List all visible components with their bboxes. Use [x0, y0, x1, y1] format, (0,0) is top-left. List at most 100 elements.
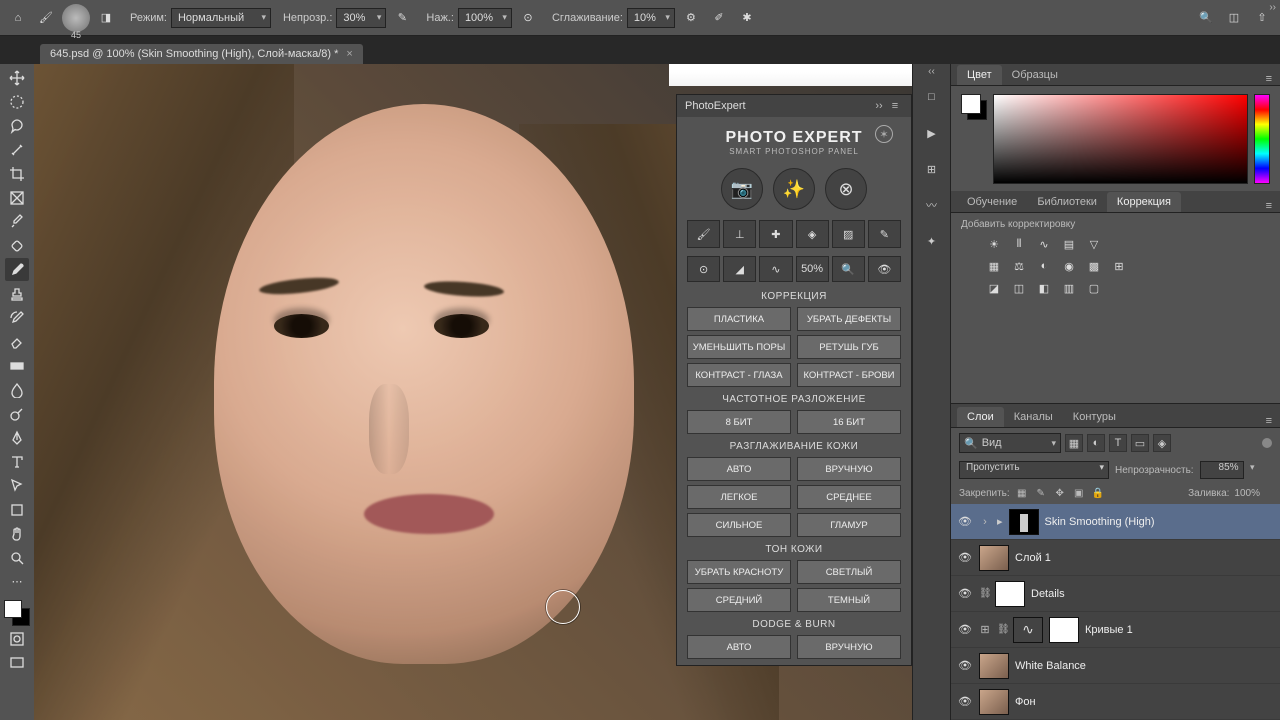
home-icon[interactable]: ⌂ [6, 6, 30, 30]
layer-thumbnail[interactable]: ∿ [1013, 617, 1043, 643]
tab-adjustments[interactable]: Коррекция [1107, 192, 1181, 212]
layer-name[interactable]: White Balance [1015, 660, 1086, 672]
screenmode-tool[interactable] [5, 651, 29, 674]
camera-button[interactable]: 📷 [721, 168, 763, 210]
path-select-tool[interactable] [5, 474, 29, 497]
btn-lips[interactable]: РЕТУШЬ ГУБ [797, 335, 901, 359]
pe-brush-icon[interactable]: 🖌 [687, 220, 720, 248]
layer-name[interactable]: Skin Smoothing (High) [1045, 516, 1155, 528]
stamp-tool[interactable] [5, 282, 29, 305]
pe-levels-icon[interactable]: ◢ [723, 256, 756, 282]
pe-patch-icon[interactable]: ◈ [796, 220, 829, 248]
layer-thumbnail[interactable] [995, 581, 1025, 607]
layers-panel-menu-icon[interactable]: ≡ [1258, 415, 1280, 427]
actions-panel-icon[interactable]: ▶ [921, 122, 943, 144]
eyedropper-tool[interactable] [5, 210, 29, 233]
layer-thumbnail[interactable] [979, 653, 1009, 679]
color-swatch-pair[interactable] [961, 94, 987, 120]
tab-layers[interactable]: Слои [957, 407, 1004, 427]
pen-tool[interactable] [5, 426, 29, 449]
adj-posterize-icon[interactable]: ◫ [1010, 280, 1028, 296]
properties-panel-icon[interactable]: ⊞ [921, 158, 943, 180]
edit-toolbar[interactable]: ⋯ [5, 570, 29, 593]
panel-menu-icon[interactable]: ≡ [887, 100, 903, 112]
layer-name[interactable]: Details [1031, 588, 1065, 600]
brush-preview[interactable] [62, 4, 90, 32]
filter-smart-icon[interactable]: ◈ [1153, 434, 1171, 452]
lock-move-icon[interactable]: ✥ [1053, 488, 1067, 499]
tab-libraries[interactable]: Библиотеки [1027, 192, 1107, 212]
filter-adjust-icon[interactable]: ◐ [1087, 434, 1105, 452]
adj-lookup-icon[interactable]: ⊞ [1110, 258, 1128, 274]
lock-artboard-icon[interactable]: ▣ [1072, 488, 1086, 499]
layer-row[interactable]: 👁Фон [951, 684, 1280, 720]
history-brush-tool[interactable] [5, 306, 29, 329]
tab-channels[interactable]: Каналы [1004, 407, 1063, 427]
gradient-tool[interactable] [5, 354, 29, 377]
pe-stamp-icon[interactable]: ⊥ [723, 220, 756, 248]
btn-strong[interactable]: СИЛЬНОЕ [687, 513, 791, 537]
btn-db-manual[interactable]: ВРУЧНУЮ [797, 635, 901, 659]
smoothing-options-icon[interactable]: ⚙ [679, 6, 703, 30]
marquee-tool[interactable] [5, 90, 29, 113]
adjustments-panel-menu-icon[interactable]: ≡ [1258, 200, 1280, 212]
filter-shape-icon[interactable]: ▭ [1131, 434, 1149, 452]
adj-photo-filter-icon[interactable]: ◉ [1060, 258, 1078, 274]
tab-learn[interactable]: Обучение [957, 192, 1027, 212]
lasso-tool[interactable] [5, 114, 29, 137]
btn-light[interactable]: ЛЕГКОЕ [687, 485, 791, 509]
adj-exposure-icon[interactable]: ▤ [1060, 236, 1078, 252]
btn-liquify[interactable]: ПЛАСТИКА [687, 307, 791, 331]
btn-medium[interactable]: СРЕДНЕЕ [797, 485, 901, 509]
flow-input[interactable]: 100% [458, 8, 512, 28]
adj-selective-icon[interactable]: ▢ [1085, 280, 1103, 296]
brushes-panel-icon[interactable]: 〰 [921, 194, 943, 216]
hand-tool[interactable] [5, 522, 29, 545]
btn-reduce-pores[interactable]: УМЕНЬШИТЬ ПОРЫ [687, 335, 791, 359]
layer-thumbnail[interactable] [1009, 509, 1039, 535]
btn-contrast-eyes[interactable]: КОНТРАСТ - ГЛАЗА [687, 363, 791, 387]
dodge-tool[interactable] [5, 402, 29, 425]
btn-8bit[interactable]: 8 БИТ [687, 410, 791, 434]
btn-remove-defects[interactable]: УБРАТЬ ДЕФЕКТЫ [797, 307, 901, 331]
filter-pixel-icon[interactable]: ▦ [1065, 434, 1083, 452]
btn-contrast-brows[interactable]: КОНТРАСТ - БРОВИ [797, 363, 901, 387]
collapse-icon[interactable]: ›› [871, 100, 887, 112]
adjust-button[interactable]: ⊗ [825, 168, 867, 210]
canvas[interactable]: PhotoExpert ›› ≡ ✶ PHOTO EXPERT SMART PH… [34, 64, 912, 720]
disclosure-icon[interactable]: › [979, 516, 991, 528]
visibility-icon[interactable]: 👁 [957, 658, 973, 674]
layer-thumbnail[interactable] [979, 689, 1009, 715]
visibility-icon[interactable]: 👁 [957, 586, 973, 602]
search-icon[interactable]: 🔍 [1194, 6, 1218, 30]
adj-balance-icon[interactable]: ⚖ [1010, 258, 1028, 274]
layer-mask-thumb[interactable] [1049, 617, 1079, 643]
document-tab[interactable]: 645.psd @ 100% (Skin Smoothing (High), С… [40, 44, 363, 64]
layer-name[interactable]: Фон [1015, 696, 1036, 708]
frame-tool[interactable] [5, 186, 29, 209]
hue-slider[interactable] [1254, 94, 1270, 184]
close-icon[interactable]: × [346, 48, 352, 60]
pe-50gray-icon[interactable]: 50% [796, 256, 829, 282]
btn-mid-tone[interactable]: СРЕДНИЙ [687, 588, 791, 612]
adj-threshold-icon[interactable]: ◧ [1035, 280, 1053, 296]
adj-gradient-icon[interactable]: ▥ [1060, 280, 1078, 296]
pe-heal-icon[interactable]: ✚ [759, 220, 792, 248]
color-field[interactable] [993, 94, 1248, 184]
btn-db-auto[interactable]: АВТО [687, 635, 791, 659]
blend-mode-select[interactable]: Нормальный [171, 8, 271, 28]
adj-levels-icon[interactable]: ⫴ [1010, 236, 1028, 252]
wand-button[interactable]: ✨ [773, 168, 815, 210]
color-panel-menu-icon[interactable]: ≡ [1258, 73, 1280, 85]
adj-brightness-icon[interactable]: ☀ [985, 236, 1003, 252]
quickmask-tool[interactable] [5, 627, 29, 650]
pe-mixer-icon[interactable]: ▨ [832, 220, 865, 248]
pe-eye-icon[interactable]: 👁 [868, 256, 901, 282]
adj-vibrance-icon[interactable]: ▽ [1085, 236, 1103, 252]
blur-tool[interactable] [5, 378, 29, 401]
visibility-icon[interactable]: 👁 [957, 622, 973, 638]
healing-tool[interactable] [5, 234, 29, 257]
btn-light-tone[interactable]: СВЕТЛЫЙ [797, 560, 901, 584]
adj-hue-icon[interactable]: ▦ [985, 258, 1003, 274]
lock-pixels-icon[interactable]: ▦ [1015, 488, 1029, 499]
